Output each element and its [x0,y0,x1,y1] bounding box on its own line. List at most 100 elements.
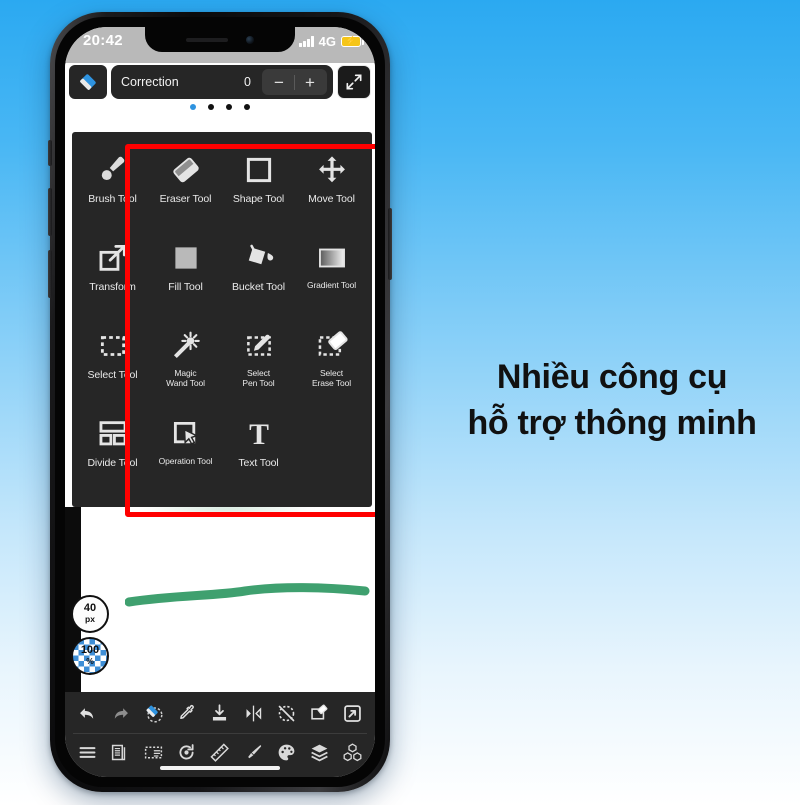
page-dot-1[interactable] [190,104,196,110]
eraser-rotate-button[interactable] [140,700,168,728]
tool-label: Select Erase Tool [311,368,351,388]
tool-label: Operation Tool [158,456,213,466]
battery-charging-icon: ⚡ [341,36,364,47]
tool-label: Gradient Tool [306,280,357,290]
bottom-toolbar-row-1 [65,697,375,730]
flip-horizontal-button[interactable] [239,700,267,728]
current-tool-button[interactable] [69,65,107,99]
app-top-toolbar: Correction 0 − + [65,63,375,101]
tool-bucket[interactable]: Bucket Tool [222,234,295,322]
network-type-label: 4G [318,34,336,49]
eyedropper-icon [180,704,195,719]
svg-text:T: T [249,418,269,451]
stabilizer-off-button[interactable] [272,700,300,728]
tool-label: Transform [89,281,136,293]
transform-icon [95,240,131,276]
expand-fullscreen-button[interactable] [337,65,371,99]
tool-label: Select Pen Tool [242,368,275,388]
tool-select[interactable]: Select Tool [76,322,149,410]
power-button[interactable] [388,208,392,280]
tool-label: Brush Tool [88,193,137,205]
volume-up-button[interactable] [48,188,52,236]
tool-panel-container: Brush Tool Eraser Tool Shape Tool Move T… [72,132,372,507]
bottom-toolbar [65,692,375,777]
earpiece-speaker-icon [186,37,228,42]
green-brush-stroke [125,583,370,607]
pages-button[interactable] [107,739,135,767]
silent-switch-button[interactable] [48,140,52,166]
tool-label: Shape Tool [232,193,285,205]
page-dot-2[interactable] [208,104,214,110]
tool-eraser[interactable]: Eraser Tool [149,146,222,234]
materials-3d-button[interactable] [338,739,366,767]
tool-label: Eraser Tool [159,193,212,205]
phone-bezel: 20:42 4G ⚡ Correction 0 − + Brush Tool E… [55,17,385,787]
color-palette-button[interactable] [272,739,300,767]
page-dot-4[interactable] [244,104,250,110]
square-outline-icon [241,152,277,188]
selection-list-button[interactable] [140,739,168,767]
tool-select-erase[interactable]: Select Erase Tool [295,322,368,410]
undo-button[interactable] [74,700,102,728]
phone-device-frame: 20:42 4G ⚡ Correction 0 − + Brush Tool E… [48,12,392,792]
tool-magic-wand[interactable]: Magic Wand Tool [149,322,222,410]
tool-divide[interactable]: Divide Tool [76,410,149,498]
pages-icon [112,744,126,761]
decrement-button[interactable]: − [264,69,294,95]
brush-opacity-badge[interactable]: 100 % [71,637,109,675]
tool-transform[interactable]: Transform [76,234,149,322]
tool-fill[interactable]: Fill Tool [149,234,222,322]
correction-stepper[interactable]: − + [262,69,327,95]
eraser-diamond-icon [80,74,96,90]
rotate-canvas-button[interactable] [173,739,201,767]
increment-button[interactable]: + [295,69,325,95]
layers-button[interactable] [305,739,333,767]
select-pen-icon [241,328,277,364]
import-icon [213,704,227,721]
tool-shape[interactable]: Shape Tool [222,146,295,234]
volume-down-button[interactable] [48,250,52,298]
rotate-canvas-icon [179,744,194,760]
eraser-rotate-icon [146,705,163,723]
menu-hamburger-icon [79,747,96,758]
materials-3d-icon [343,743,362,762]
brush-size-badge[interactable]: 40 px [71,595,109,633]
tool-label: Magic Wand Tool [166,368,205,388]
gradient-icon [314,240,350,276]
select-erase-icon [314,328,350,364]
tool-label: Fill Tool [168,281,203,293]
brush-settings-button[interactable] [239,739,267,767]
drawing-canvas[interactable]: 40 px 100 % [65,507,375,702]
redo-icon [114,708,129,719]
export-share-button[interactable] [338,700,366,728]
tool-operation[interactable]: Operation Tool [149,410,222,498]
toolbar-divider [73,733,367,734]
tool-move[interactable]: Move Tool [295,146,368,234]
brush-icon [95,152,131,188]
import-button[interactable] [206,700,234,728]
redo-button[interactable] [107,700,135,728]
brush-size-unit: px [85,614,95,625]
layer-clear-button[interactable] [305,700,333,728]
page-indicator-dots[interactable] [65,101,375,113]
page-dot-3[interactable] [226,104,232,110]
tool-gradient[interactable]: Gradient Tool [295,234,368,322]
tool-label: Text Tool [238,457,279,469]
correction-setting-bar[interactable]: Correction 0 − + [111,65,333,99]
tool-brush[interactable]: Brush Tool [76,146,149,234]
eyedropper-button[interactable] [173,700,201,728]
home-indicator[interactable] [160,766,280,770]
ruler-icon [210,743,230,762]
tool-text[interactable]: T Text Tool [222,410,295,498]
magic-wand-icon [168,328,204,364]
ruler-button[interactable] [206,739,234,767]
layer-clear-icon [311,704,328,720]
selection-list-icon [145,746,163,759]
flip-horizontal-icon [246,705,261,722]
menu-button[interactable] [74,739,102,767]
status-bar: 20:42 4G ⚡ [65,27,375,63]
tool-select-pen[interactable]: Select Pen Tool [222,322,295,410]
layers-icon [311,744,328,762]
tool-label: Select Tool [87,369,138,381]
front-camera-icon [246,35,254,44]
